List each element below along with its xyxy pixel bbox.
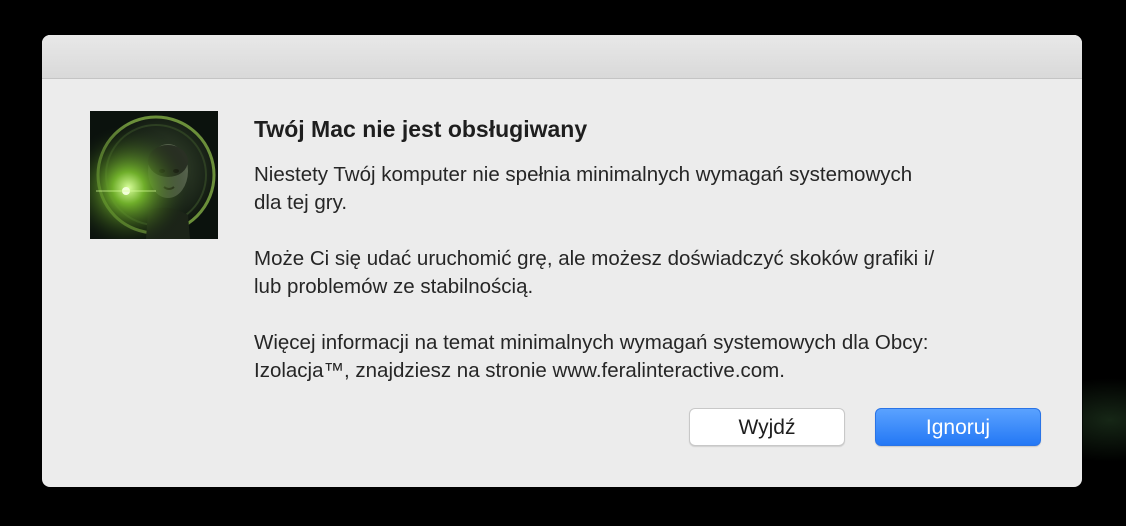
quit-button[interactable]: Wyjdź [689, 408, 845, 446]
dialog-titlebar[interactable] [42, 35, 1082, 79]
message-paragraph: Niestety Twój komputer nie spełnia minim… [254, 163, 913, 214]
unsupported-mac-dialog: Twój Mac nie jest obsługiwany Niestety T… [42, 35, 1082, 487]
dialog-title: Twój Mac nie jest obsługiwany [254, 116, 588, 142]
ignore-button[interactable]: Ignoruj [875, 408, 1041, 446]
message-paragraph: Może Ci się udać uruchomić grę, ale może… [254, 247, 935, 298]
alien-isolation-app-icon [90, 111, 218, 239]
message-paragraph: Więcej informacji na temat minimalnych w… [254, 331, 929, 382]
dialog-content: Twój Mac nie jest obsługiwany Niestety T… [254, 115, 1054, 413]
